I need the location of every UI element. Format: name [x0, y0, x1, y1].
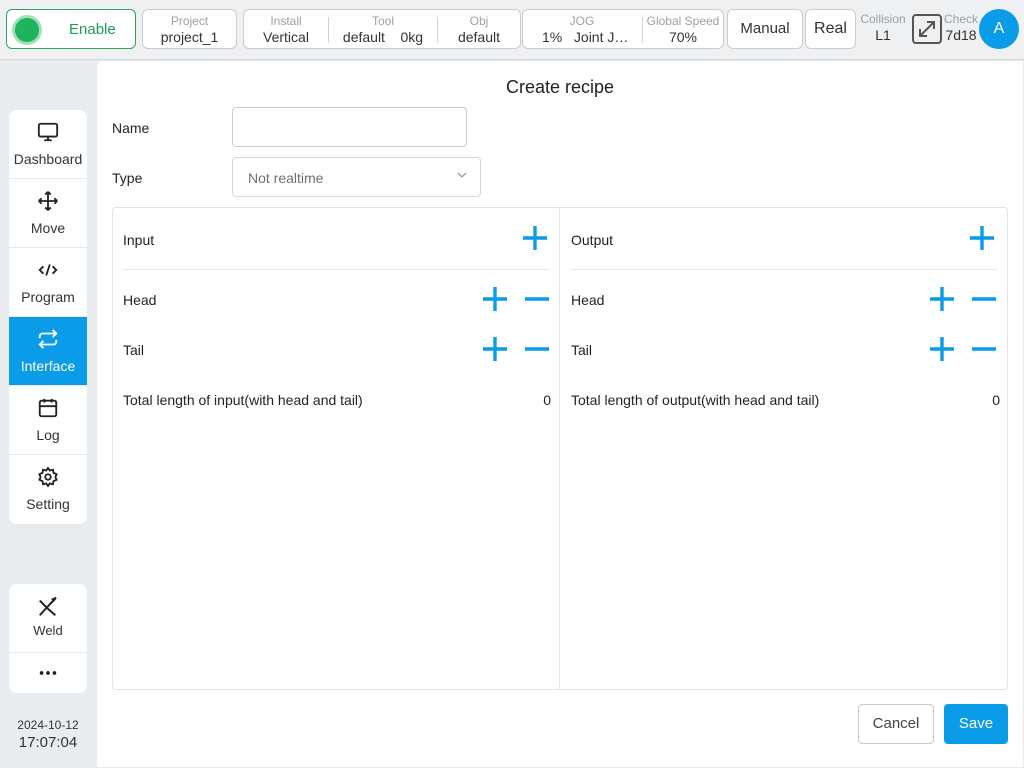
divider [123, 269, 549, 270]
sidebar-item-interface[interactable]: Interface [9, 317, 87, 386]
code-icon [38, 264, 58, 276]
obj-label: Obj [469, 14, 489, 28]
add-output-button[interactable] [968, 224, 996, 252]
type-select-value: Not realtime [248, 170, 324, 186]
input-total-value: 0 [543, 392, 551, 408]
type-select[interactable]: Not realtime [232, 157, 481, 197]
output-total-label: Total length of output(with head and tai… [571, 392, 820, 408]
input-tail-label: Tail [123, 342, 145, 358]
manual-mode-button[interactable]: Manual [727, 9, 803, 49]
sidebar-item-program[interactable]: Program [9, 248, 87, 317]
sidebar-item-move[interactable]: Move [9, 179, 87, 248]
input-header: Input [123, 232, 155, 248]
remove-input-head-button[interactable] [523, 285, 551, 313]
cancel-button[interactable]: Cancel [858, 704, 934, 744]
sidebar-nav: Dashboard Move Program Interface Log Set… [9, 110, 87, 524]
jog-label: JOG [569, 14, 595, 28]
project-value: project_1 [160, 29, 219, 45]
type-label: Type [112, 170, 143, 186]
remove-output-head-button[interactable] [970, 285, 998, 313]
more-icon [39, 671, 57, 675]
power-status-icon [15, 18, 39, 42]
add-output-head-button[interactable] [928, 285, 956, 313]
expand-icon[interactable] [912, 14, 942, 44]
project-selector[interactable]: Project project_1 [142, 9, 237, 49]
jog-value: 1% Joint J… [542, 29, 629, 45]
sidebar-item-log[interactable]: Log [9, 386, 87, 455]
install-value: Vertical [263, 29, 309, 45]
check-indicator[interactable]: Check 7d18 [942, 12, 980, 44]
output-total-value: 0 [992, 392, 1000, 408]
tool-value: default 0kg [342, 29, 424, 45]
remove-input-tail-button[interactable] [523, 335, 551, 363]
gear-icon [38, 466, 58, 488]
tool-label: Tool [371, 14, 394, 28]
sidebar-item-label: Program [21, 289, 75, 305]
global-speed-value: 70% [668, 29, 698, 45]
jog-mode: Joint J… [573, 29, 629, 45]
create-recipe-panel: Create recipe Name Type Not realtime Inp… [97, 61, 1023, 767]
weld-torch-icon [39, 596, 57, 617]
tool-setting[interactable]: Tool default 0kg [329, 10, 437, 48]
install-label: Install [270, 14, 302, 28]
input-total-label: Total length of input(with head and tail… [123, 392, 363, 408]
sidebar-item-label: Dashboard [13, 151, 83, 167]
install-tool-obj-group[interactable]: Install Vertical Tool default 0kg Obj de… [243, 9, 521, 49]
date-text: 2024-10-12 [17, 718, 79, 732]
sidebar-item-label: Move [30, 220, 66, 236]
collision-label: Collision [860, 12, 906, 26]
global-speed-setting[interactable]: Global Speed 70% [643, 10, 723, 48]
sidebar-item-setting[interactable]: Setting [9, 455, 87, 524]
name-label: Name [112, 120, 150, 136]
name-input[interactable] [232, 107, 467, 147]
install-setting[interactable]: Install Vertical [244, 10, 328, 48]
output-column: Output Head Tail Total length of output(… [561, 208, 1008, 689]
divider [571, 269, 998, 270]
move-arrows-icon [38, 191, 58, 211]
time-text: 17:07:04 [18, 734, 78, 751]
output-tail-label: Tail [571, 342, 593, 358]
global-speed-label: Global Speed [646, 14, 720, 28]
project-label: Project [170, 14, 209, 28]
collision-indicator[interactable]: Collision L1 [860, 12, 906, 44]
sidebar-item-dashboard[interactable]: Dashboard [9, 110, 87, 179]
add-input-tail-button[interactable] [481, 335, 509, 363]
tool-payload: 0kg [400, 29, 424, 45]
sidebar-item-label: Weld [33, 623, 63, 638]
collision-value: L1 [875, 27, 891, 43]
jog-speed-group[interactable]: JOG 1% Joint J… Global Speed 70% [522, 9, 724, 49]
add-input-button[interactable] [521, 224, 549, 252]
jog-setting[interactable]: JOG 1% Joint J… [523, 10, 641, 48]
sidebar-item-label: Setting [26, 496, 70, 512]
monitor-icon [37, 122, 59, 142]
clock: 2024-10-12 17:07:04 [9, 718, 87, 751]
enable-label: Enable [69, 21, 116, 38]
sidebar-item-weld[interactable]: Weld [9, 584, 87, 653]
page-title: Create recipe [505, 77, 615, 97]
real-mode-button[interactable]: Real [805, 9, 856, 49]
calendar-icon [38, 398, 58, 418]
output-header: Output [571, 232, 614, 248]
top-bar: Enable Project project_1 Install Vertica… [0, 0, 1024, 60]
save-button[interactable]: Save [944, 704, 1008, 744]
check-label: Check [943, 12, 978, 26]
input-column: Input Head Tail Total length of input(wi… [113, 208, 560, 689]
add-input-head-button[interactable] [481, 285, 509, 313]
swap-arrows-icon [38, 329, 58, 349]
more-button[interactable] [9, 653, 87, 693]
avatar[interactable]: A [979, 9, 1019, 49]
recipe-columns: Input Head Tail Total length of input(wi… [112, 207, 1008, 690]
input-head-label: Head [123, 292, 157, 308]
sidebar-item-label: Log [36, 427, 60, 443]
obj-setting[interactable]: Obj default [438, 10, 520, 48]
enable-button[interactable]: Enable [6, 9, 136, 49]
chevron-down-icon [457, 172, 467, 178]
sidebar-item-label: Interface [20, 358, 76, 374]
check-value: 7d18 [945, 27, 977, 43]
obj-value: default [457, 29, 501, 45]
output-head-label: Head [571, 292, 605, 308]
sidebar-extra: Weld [9, 584, 87, 693]
remove-output-tail-button[interactable] [970, 335, 998, 363]
add-output-tail-button[interactable] [928, 335, 956, 363]
